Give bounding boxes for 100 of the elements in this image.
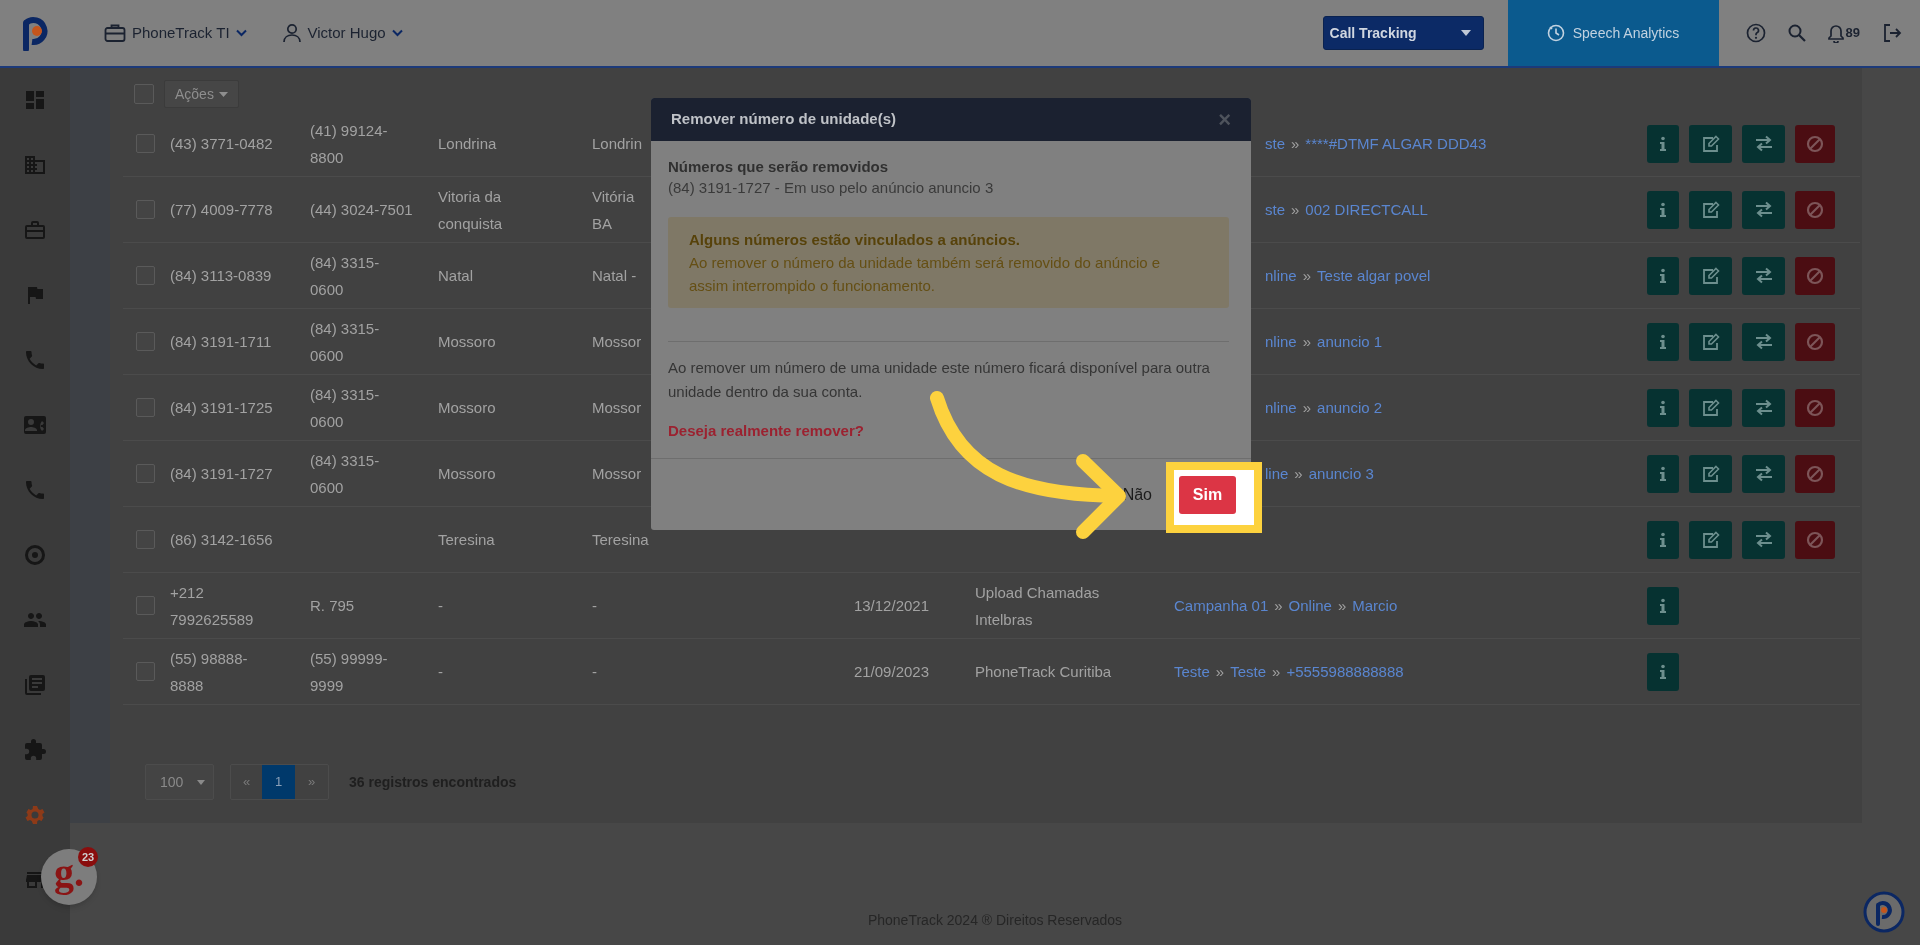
account-menu[interactable]: PhoneTrack TI bbox=[104, 21, 247, 45]
number-item: (84) 3191-1727 - Em uso pelo anúncio anuncio 3 bbox=[668, 178, 995, 198]
breadcrumb-link[interactable]: Teste bbox=[1230, 658, 1267, 685]
breadcrumb-link[interactable]: anuncio 3 bbox=[1308, 460, 1374, 487]
book-icon[interactable] bbox=[23, 673, 47, 697]
edit-button[interactable] bbox=[1689, 124, 1732, 163]
info-button[interactable] bbox=[1647, 586, 1679, 625]
breadcrumb-link[interactable]: anuncio 1 bbox=[1317, 328, 1383, 355]
settings-icon[interactable] bbox=[23, 803, 47, 827]
close-button[interactable]: × bbox=[1218, 108, 1231, 131]
confirm-button[interactable]: Sim bbox=[1179, 476, 1236, 514]
edit-button[interactable] bbox=[1689, 454, 1732, 493]
logout-icon[interactable] bbox=[1882, 23, 1902, 43]
breadcrumb-link[interactable]: Campanha 01 bbox=[1174, 592, 1269, 619]
help-widget-logo[interactable] bbox=[1863, 891, 1905, 933]
product-select[interactable]: Call Tracking bbox=[1322, 16, 1484, 50]
edit-button[interactable] bbox=[1689, 322, 1732, 361]
block-button[interactable] bbox=[1795, 124, 1835, 163]
info-button[interactable] bbox=[1647, 520, 1679, 559]
block-button[interactable] bbox=[1795, 256, 1835, 295]
edit-icon bbox=[1701, 266, 1720, 285]
previous-page-button[interactable]: « bbox=[231, 765, 262, 799]
transfer-button[interactable] bbox=[1742, 388, 1785, 427]
chevron-down-icon bbox=[391, 29, 403, 37]
select-all-checkbox[interactable] bbox=[134, 84, 154, 104]
breadcrumb-link[interactable]: nline bbox=[1265, 328, 1297, 355]
breadcrumb-link[interactable]: line bbox=[1265, 460, 1289, 487]
breadcrumb-link[interactable]: Teste algar povel bbox=[1317, 262, 1431, 289]
block-button[interactable] bbox=[1795, 454, 1835, 493]
notifications-button[interactable]: 89 bbox=[1827, 23, 1860, 43]
breadcrumb-link[interactable]: Marcio bbox=[1352, 592, 1398, 619]
puzzle-icon[interactable] bbox=[23, 738, 47, 762]
section-heading: Números que serão removidos bbox=[668, 157, 890, 177]
speech-analytics-button[interactable]: Speech Analytics bbox=[1507, 0, 1719, 66]
table-cell: Natal bbox=[438, 267, 474, 284]
breadcrumb-link[interactable]: nline bbox=[1265, 394, 1297, 421]
transfer-button[interactable] bbox=[1742, 190, 1785, 229]
dashboard-icon[interactable] bbox=[23, 88, 47, 112]
row-checkbox[interactable] bbox=[136, 464, 155, 483]
phone-icon[interactable] bbox=[23, 478, 47, 502]
help-icon[interactable] bbox=[1745, 23, 1766, 43]
building-icon[interactable] bbox=[23, 153, 47, 177]
info-button[interactable] bbox=[1647, 652, 1679, 691]
table-cell: (86) 3142-1656 bbox=[170, 531, 273, 548]
breadcrumb-link[interactable]: 002 DIRECTCALL bbox=[1305, 196, 1428, 223]
search-icon[interactable] bbox=[1787, 24, 1806, 42]
info-button[interactable] bbox=[1647, 454, 1679, 493]
actions-dropdown-button[interactable]: Ações bbox=[164, 80, 239, 108]
contact-card-icon[interactable] bbox=[23, 413, 47, 437]
breadcrumb-link[interactable]: nline bbox=[1265, 262, 1297, 289]
target-icon[interactable] bbox=[23, 543, 47, 567]
row-checkbox[interactable] bbox=[136, 266, 155, 285]
user-menu[interactable]: Victor Hugo bbox=[281, 21, 403, 45]
info-button[interactable] bbox=[1647, 388, 1679, 427]
row-checkbox[interactable] bbox=[136, 134, 155, 153]
row-checkbox[interactable] bbox=[136, 530, 155, 549]
info-button[interactable] bbox=[1647, 190, 1679, 229]
edit-icon bbox=[1701, 134, 1720, 153]
row-checkbox[interactable] bbox=[136, 662, 155, 681]
transfer-button[interactable] bbox=[1742, 322, 1785, 361]
table-cell: - bbox=[438, 597, 443, 614]
transfer-button[interactable] bbox=[1742, 124, 1785, 163]
transfer-button[interactable] bbox=[1742, 520, 1785, 559]
edit-icon bbox=[1701, 200, 1720, 219]
edit-button[interactable] bbox=[1689, 520, 1732, 559]
briefcase-icon[interactable] bbox=[23, 218, 47, 242]
breadcrumb-link[interactable]: +5555988888888 bbox=[1286, 658, 1404, 685]
block-button[interactable] bbox=[1795, 322, 1835, 361]
page-button[interactable]: 1 bbox=[262, 765, 295, 799]
breadcrumb-link[interactable]: ste bbox=[1265, 130, 1285, 157]
next-page-button[interactable]: » bbox=[295, 765, 328, 799]
breadcrumb-link[interactable]: Teste bbox=[1174, 658, 1210, 685]
breadcrumb-link[interactable]: ****#DTMF ALGAR DDD43 bbox=[1305, 130, 1487, 157]
edit-button[interactable] bbox=[1689, 190, 1732, 229]
phone-icon[interactable] bbox=[23, 348, 47, 372]
breadcrumb-link[interactable]: anuncio 2 bbox=[1317, 394, 1383, 421]
breadcrumb-link[interactable]: Online bbox=[1288, 592, 1332, 619]
row-checkbox[interactable] bbox=[136, 596, 155, 615]
swap-arrows-icon bbox=[1753, 135, 1774, 152]
block-button[interactable] bbox=[1795, 190, 1835, 229]
block-button[interactable] bbox=[1795, 520, 1835, 559]
transfer-button[interactable] bbox=[1742, 256, 1785, 295]
info-icon bbox=[1658, 333, 1668, 350]
edit-button[interactable] bbox=[1689, 256, 1732, 295]
breadcrumb-separator: » bbox=[1294, 464, 1303, 484]
row-checkbox[interactable] bbox=[136, 332, 155, 351]
info-button[interactable] bbox=[1647, 124, 1679, 163]
breadcrumb-link[interactable]: ste bbox=[1265, 196, 1285, 223]
info-button[interactable] bbox=[1647, 256, 1679, 295]
breadcrumb-separator: » bbox=[1215, 662, 1225, 682]
row-checkbox[interactable] bbox=[136, 398, 155, 417]
transfer-button[interactable] bbox=[1742, 454, 1785, 493]
no-entry-icon bbox=[1806, 332, 1824, 351]
row-checkbox[interactable] bbox=[136, 200, 155, 219]
info-icon bbox=[1658, 201, 1668, 218]
user-icon bbox=[281, 23, 302, 43]
page-size-select[interactable]: 100 bbox=[145, 764, 214, 800]
info-button[interactable] bbox=[1647, 322, 1679, 361]
edit-button[interactable] bbox=[1689, 388, 1732, 427]
block-button[interactable] bbox=[1795, 388, 1835, 427]
